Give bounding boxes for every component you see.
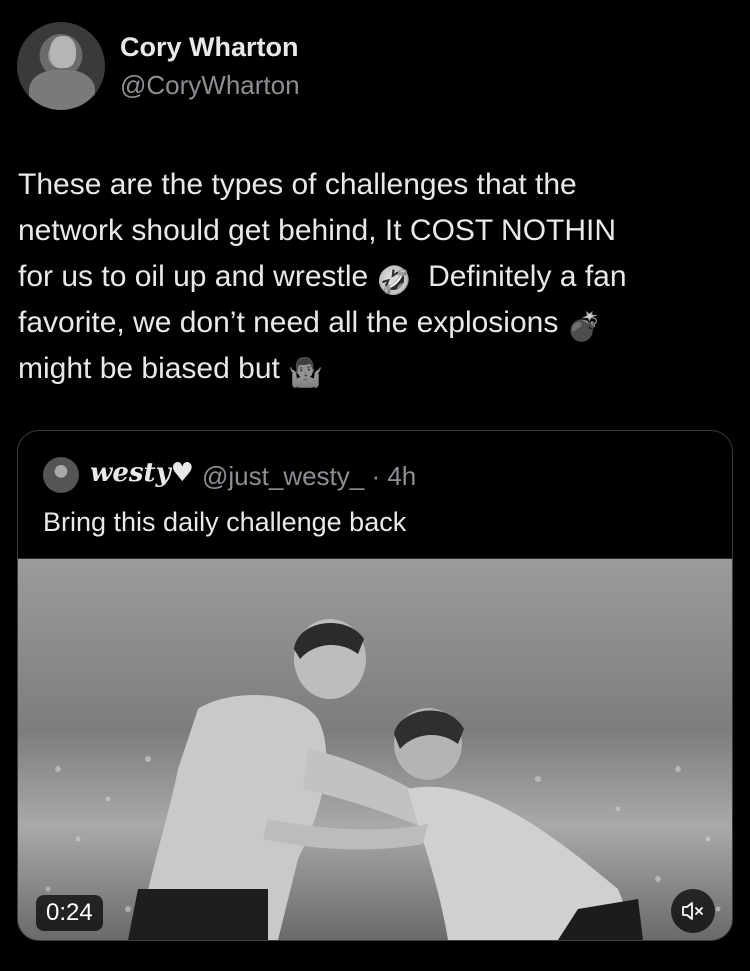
avatar-head-shape bbox=[50, 36, 76, 68]
speaker-muted-icon bbox=[682, 902, 703, 920]
bomb-emoji-icon: 💣 bbox=[566, 311, 602, 342]
tweet-text: These are the types of challenges that t… bbox=[18, 162, 733, 392]
tweet-line-2: network should get behind, It COST NOTHI… bbox=[18, 214, 617, 247]
video-duration-badge: 0:24 bbox=[36, 895, 103, 931]
avatar-body-shape bbox=[29, 70, 95, 110]
avatar[interactable] bbox=[17, 22, 105, 110]
tweet-line-4: Definitely a fan bbox=[428, 260, 627, 293]
author-name[interactable]: Cory Wharton bbox=[120, 32, 299, 63]
quote-tweet-card[interactable]: westy♥ @just_westy_ · 4h Bring this dail… bbox=[17, 430, 733, 941]
tweet-line-6: might be biased but bbox=[18, 352, 280, 385]
tweet-line-5: favorite, we don’t need all the explosio… bbox=[18, 306, 559, 339]
quote-author-name[interactable]: westy♥ bbox=[90, 458, 194, 488]
tweet-line-1: These are the types of challenges that t… bbox=[18, 168, 577, 201]
tweet: Cory Wharton @CoryWharton These are the … bbox=[0, 0, 750, 971]
quote-handle-time[interactable]: @just_westy_ · 4h bbox=[202, 461, 416, 492]
quote-avatar[interactable] bbox=[43, 457, 79, 493]
video-player[interactable]: 0:24 bbox=[18, 559, 732, 940]
shrug-emoji-icon: 🤷🏽‍♂️ bbox=[288, 357, 324, 388]
rofl-emoji-icon: 🤣 bbox=[376, 265, 412, 296]
author-handle[interactable]: @CoryWharton bbox=[120, 70, 300, 101]
mute-button[interactable] bbox=[671, 889, 715, 933]
tweet-line-3: for us to oil up and wrestle bbox=[18, 260, 369, 293]
video-frame-illustration bbox=[18, 559, 732, 940]
quote-text: Bring this daily challenge back bbox=[43, 507, 407, 537]
